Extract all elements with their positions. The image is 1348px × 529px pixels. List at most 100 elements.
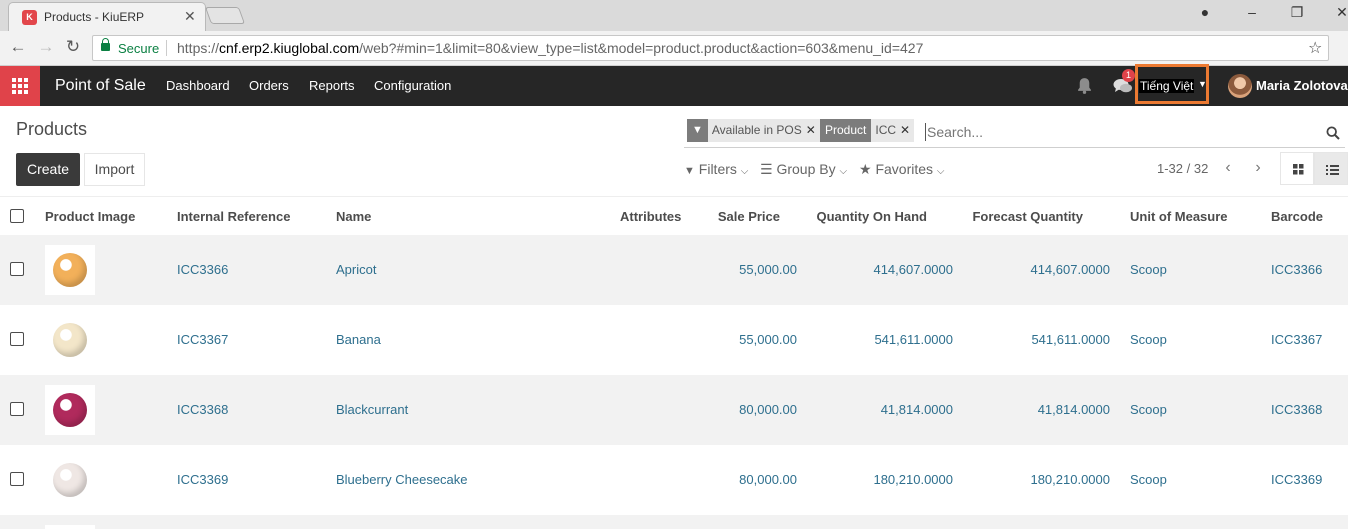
column-header[interactable]: Product Image <box>45 209 135 224</box>
lock-icon <box>101 38 110 51</box>
create-button[interactable]: Create <box>16 153 80 186</box>
product-name: Blueberry Cheesecake <box>336 472 468 487</box>
chat-unread-badge: 1 <box>1122 69 1135 82</box>
column-header[interactable]: Quantity On Hand <box>817 209 928 224</box>
breadcrumb: Products <box>16 119 88 139</box>
browser-tab-strip: K Products - KiuERP ✕ ● – ❐ ✕ <box>0 0 1348 31</box>
column-header[interactable]: Internal Reference <box>177 209 290 224</box>
close-window-icon[interactable]: ✕ <box>1332 4 1348 21</box>
facet-value: ICC <box>875 123 897 137</box>
facet-label: Product <box>820 119 872 142</box>
bookmark-star-icon[interactable]: ☆ <box>1308 38 1322 58</box>
internal-reference: ICC3367 <box>177 332 229 347</box>
pager-value[interactable]: 1-32 / 32 <box>1157 161 1208 176</box>
filter-icon: ▼ <box>684 165 695 177</box>
restore-icon[interactable]: ❐ <box>1287 4 1307 21</box>
facet-remove-icon[interactable]: ✕ <box>806 119 820 142</box>
table-row[interactable]: ICC3367 Banana 55,000.00 541,611.0000 541,61… <box>0 305 1348 375</box>
sale-price: 55,000.00 <box>739 262 797 277</box>
column-header[interactable]: Sale Price <box>718 209 780 224</box>
unit-of-measure: Scoop <box>1130 402 1167 417</box>
chevron-down-icon: ▼ <box>1198 79 1207 89</box>
column-header[interactable]: Unit of Measure <box>1130 209 1228 224</box>
menu-dashboard[interactable]: Dashboard <box>166 78 230 93</box>
browser-tab[interactable]: K Products - KiuERP ✕ <box>8 2 206 31</box>
quantity-on-hand: 541,611.0000 <box>874 332 953 347</box>
product-image <box>45 525 95 529</box>
user-menu[interactable]: Maria Zolotova <box>1256 78 1348 93</box>
pager-next-icon[interactable]: › <box>1243 152 1273 185</box>
search-bar: ▼ Available in POS ✕ Product ICC ✕ <box>684 117 1345 148</box>
chevron-down-icon: ⌵ <box>936 166 945 177</box>
product-image <box>45 245 95 295</box>
menu-configuration[interactable]: Configuration <box>374 78 451 93</box>
barcode: ICC3367 <box>1271 332 1323 347</box>
product-name: Apricot <box>336 262 377 277</box>
back-icon[interactable]: ← <box>8 37 28 57</box>
url-divider <box>166 40 167 56</box>
column-header[interactable]: Attributes <box>620 209 681 224</box>
forecast-quantity: 41,814.0000 <box>1037 402 1110 417</box>
profile-icon[interactable]: ● <box>1195 4 1215 20</box>
forward-icon[interactable]: → <box>36 37 56 57</box>
app-name[interactable]: Point of Sale <box>55 77 146 95</box>
address-bar[interactable]: Secure https://cnf.erp2.kiuglobal.com/we… <box>92 35 1329 61</box>
filter-icon: ▼ <box>687 119 708 142</box>
new-tab-button[interactable] <box>204 7 246 24</box>
quantity-on-hand: 414,607.0000 <box>873 262 953 277</box>
barcode: ICC3366 <box>1271 262 1323 277</box>
column-header[interactable]: Name <box>336 209 371 224</box>
import-button[interactable]: Import <box>84 153 145 186</box>
facet-remove-icon[interactable]: ✕ <box>900 119 914 142</box>
barcode: ICC3368 <box>1271 402 1323 417</box>
row-checkbox[interactable] <box>10 332 24 346</box>
select-all-checkbox[interactable] <box>10 209 24 223</box>
barcode: ICC3369 <box>1271 472 1323 487</box>
minimize-icon[interactable]: – <box>1242 4 1262 20</box>
table-row[interactable]: ICC3366 Apricot 55,000.00 414,607.0000 414,6… <box>0 235 1348 305</box>
language-selector[interactable]: Tiếng Việt <box>1139 79 1195 93</box>
kanban-view-button[interactable] <box>1280 152 1314 185</box>
favorites-dropdown[interactable]: ★ Favorites ⌵ <box>859 161 945 178</box>
table-header: Product Image Internal Reference Name At… <box>0 196 1348 235</box>
url-text[interactable]: https://cnf.erp2.kiuglobal.com/web?#min=… <box>177 40 923 56</box>
groupby-label: Group By <box>776 161 836 177</box>
list-icon: ☰ <box>760 161 773 177</box>
menu-orders[interactable]: Orders <box>249 78 289 93</box>
filters-dropdown[interactable]: ▼ Filters ⌵ <box>684 161 748 177</box>
menu-reports[interactable]: Reports <box>309 78 355 93</box>
row-checkbox[interactable] <box>10 262 24 276</box>
favorites-label: Favorites <box>875 161 934 177</box>
facet-available-in-pos: ▼ Available in POS ✕ <box>687 119 820 142</box>
pager-previous-icon[interactable]: ‹ <box>1213 152 1243 185</box>
url-host: cnf.erp2.kiuglobal.com <box>219 40 360 56</box>
ice-cream-scoop-icon <box>53 463 87 497</box>
facet-value: Available in POS <box>711 123 802 137</box>
table-row[interactable]: ICC3369 Blueberry Cheesecake 80,000.00 180,… <box>0 445 1348 515</box>
search-input[interactable] <box>925 123 1305 141</box>
chevron-down-icon: ⌵ <box>839 166 848 177</box>
row-checkbox[interactable] <box>10 402 24 416</box>
bell-icon[interactable] <box>1076 77 1093 94</box>
close-tab-icon[interactable]: ✕ <box>184 8 196 25</box>
unit-of-measure: Scoop <box>1130 472 1167 487</box>
app-switcher-button[interactable] <box>0 66 40 106</box>
product-image <box>45 385 95 435</box>
groupby-dropdown[interactable]: ☰ Group By ⌵ <box>760 161 847 178</box>
row-checkbox[interactable] <box>10 472 24 486</box>
unit-of-measure: Scoop <box>1130 332 1167 347</box>
kiuerp-favicon-icon: K <box>22 10 37 25</box>
avatar[interactable] <box>1228 74 1252 98</box>
column-header[interactable]: Barcode <box>1271 209 1323 224</box>
list-icon <box>1326 165 1339 175</box>
table-row[interactable]: ICC3368 Blackcurrant 80,000.00 41,814.0000 4… <box>0 375 1348 445</box>
list-view-button[interactable] <box>1314 152 1348 185</box>
sale-price: 80,000.00 <box>739 402 797 417</box>
reload-icon[interactable]: ↻ <box>63 37 83 57</box>
forecast-quantity: 541,611.0000 <box>1031 332 1110 347</box>
table-row[interactable] <box>0 515 1348 529</box>
apps-grid-icon <box>12 78 28 94</box>
column-header[interactable]: Forecast Quantity <box>972 209 1083 224</box>
unit-of-measure: Scoop <box>1130 262 1167 277</box>
search-icon[interactable] <box>1326 126 1340 140</box>
